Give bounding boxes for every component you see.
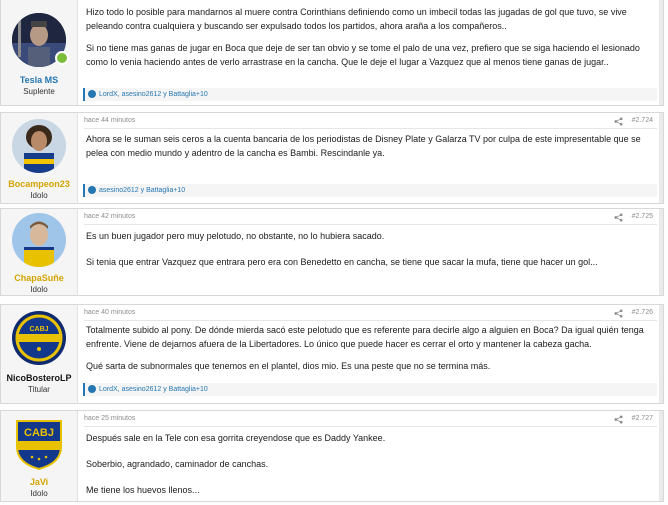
post-content: Hizo todo lo posible para mandarnos al m… (83, 0, 657, 105)
post-paragraph: Ahora se le suman seis ceros a la cuenta… (86, 134, 641, 158)
post-edge (659, 209, 663, 295)
post-paragraph: Qué sarta de subnormales que tenemos en … (86, 361, 491, 371)
post-content: hace 42 minutos #2.725 Es un buen jugado… (84, 209, 657, 295)
user-title: Idolo (30, 191, 48, 200)
divider (84, 128, 657, 129)
post-time[interactable]: hace 42 minutos (84, 213, 135, 220)
post-content: hace 40 minutos #2.726 Totalmente subido… (83, 305, 657, 403)
username[interactable]: Bocampeon23 (1, 179, 77, 189)
username[interactable]: Tesla MS (1, 75, 77, 85)
post-paragraph: Es un buen jugador pero muy pelotudo, no… (86, 231, 385, 241)
like-reaction-icon (88, 90, 96, 98)
share-icon[interactable] (614, 415, 623, 424)
post-paragraph: Hizo todo lo posible para mandarnos al m… (86, 7, 627, 31)
post-content: hace 25 minutos #2.727 Después sale en l… (84, 411, 657, 501)
divider (84, 426, 657, 427)
post-time[interactable]: hace 25 minutos (84, 415, 135, 422)
user-info: Tesla MS Suplente (1, 0, 78, 105)
post-number[interactable]: #2.724 (632, 117, 653, 124)
reactions-list[interactable]: LordX, asesino2612 y Battaglia+10 (99, 383, 208, 396)
username[interactable]: ChapaSuñe (1, 273, 77, 283)
avatar[interactable]: CABJ (12, 311, 66, 365)
post-paragraph: Totalmente subido al pony. De dónde mier… (86, 325, 644, 349)
svg-text:CABJ: CABJ (24, 427, 54, 439)
user-info: CABJ NicoBosteroLP Titular (1, 305, 78, 403)
like-reaction-icon (88, 186, 96, 194)
avatar[interactable] (12, 213, 66, 267)
post-paragraph: Si no tiene mas ganas de jugar en Boca q… (86, 43, 640, 67)
like-reaction-icon (88, 385, 96, 393)
user-title: Suplente (23, 87, 55, 96)
post-number[interactable]: #2.727 (632, 415, 653, 422)
post-body: Ahora se le suman seis ceros a la cuenta… (86, 132, 651, 168)
avatar[interactable] (12, 119, 66, 173)
avatar[interactable]: CABJ (12, 417, 66, 471)
post-number[interactable]: #2.725 (632, 213, 653, 220)
user-title: Idolo (30, 285, 48, 294)
user-title: Titular (28, 385, 50, 394)
post: ChapaSuñe Idolo hace 42 minutos #2.725 E… (0, 208, 664, 296)
user-info: CABJ JaVi Idolo (1, 411, 78, 501)
post-paragraph: Después sale en la Tele con esa gorrita … (86, 433, 386, 443)
divider (84, 224, 657, 225)
post-number[interactable]: #2.726 (632, 309, 653, 316)
reactions-bar[interactable]: LordX, asesino2612 y Battaglia+10 (83, 383, 657, 396)
share-icon[interactable] (614, 213, 623, 222)
post-paragraph: Si tenia que entrar Vazquez que entrara … (86, 257, 598, 267)
post-body: Es un buen jugador pero muy pelotudo, no… (86, 229, 651, 277)
post-edge (659, 411, 663, 501)
post-edge (659, 305, 663, 403)
thread: Tesla MS Suplente Hizo todo lo posible p… (0, 0, 668, 502)
svg-text:CABJ: CABJ (29, 326, 48, 333)
share-icon[interactable] (614, 117, 623, 126)
online-status-icon (55, 51, 69, 65)
post-edge (659, 0, 663, 105)
user-info: ChapaSuñe Idolo (1, 209, 78, 295)
post-time[interactable]: hace 44 minutos (84, 117, 135, 124)
post-content: hace 44 minutos #2.724 Ahora se le suman… (83, 113, 657, 203)
post-paragraph: Me tiene los huevos llenos... (86, 485, 200, 495)
post: Tesla MS Suplente Hizo todo lo posible p… (0, 0, 664, 106)
post: CABJ NicoBosteroLP Titular hace 40 minut… (0, 304, 664, 404)
post: Bocampeon23 Idolo hace 44 minutos #2.724… (0, 112, 664, 204)
post-body: Después sale en la Tele con esa gorrita … (86, 431, 651, 505)
reactions-bar[interactable]: LordX, asesino2612 y Battaglia+10 (83, 88, 657, 101)
reactions-list[interactable]: LordX, asesino2612 y Battaglia+10 (99, 88, 208, 101)
post-body: Totalmente subido al pony. De dónde mier… (86, 323, 651, 381)
post-edge (659, 113, 663, 203)
post-body: Hizo todo lo posible para mandarnos al m… (86, 5, 651, 77)
post-paragraph: Soberbio, agrandado, caminador de cancha… (86, 459, 269, 469)
reactions-bar[interactable]: asesino2612 y Battaglia+10 (83, 184, 657, 197)
user-info: Bocampeon23 Idolo (1, 113, 78, 203)
reactions-list[interactable]: asesino2612 y Battaglia+10 (99, 184, 185, 197)
divider (84, 320, 657, 321)
post-time[interactable]: hace 40 minutos (84, 309, 135, 316)
username[interactable]: NicoBosteroLP (1, 373, 77, 383)
share-icon[interactable] (614, 309, 623, 318)
username[interactable]: JaVi (1, 477, 77, 487)
post: CABJ JaVi Idolo hace 25 minutos #2.727 D… (0, 410, 664, 502)
user-title: Idolo (30, 489, 48, 498)
